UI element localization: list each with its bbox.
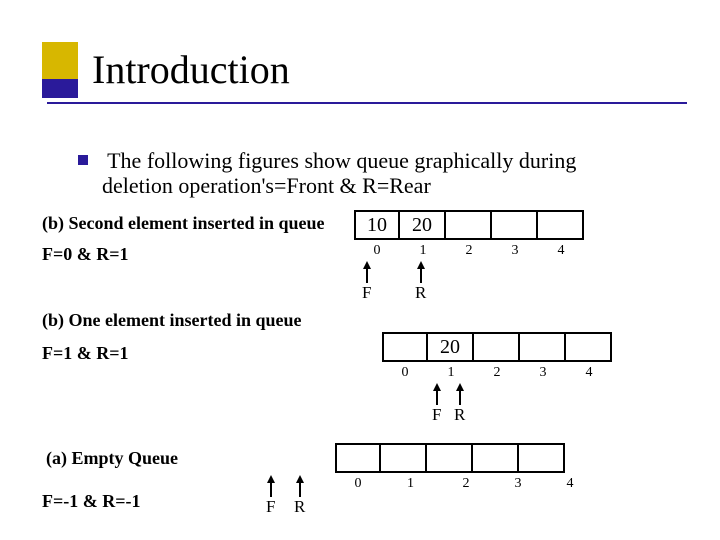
queue-2-cell-2 — [474, 332, 520, 362]
queue-1-cell-1: 20 — [400, 210, 446, 240]
ptr-label: R — [294, 497, 305, 517]
caption-2: (b) One element inserted in queue — [42, 310, 301, 331]
ptr-label: F — [432, 405, 441, 425]
ptr-3-R: R — [294, 475, 305, 517]
ptr-2-R: R — [454, 383, 465, 425]
ptr-1-R: R — [415, 261, 426, 303]
queue-1-indices: 0 1 2 3 4 — [354, 243, 584, 259]
bullet-icon — [78, 155, 88, 165]
idx: 4 — [566, 365, 612, 381]
ptr-label: F — [266, 497, 275, 517]
caption-3: (a) Empty Queue — [46, 448, 178, 469]
arrow-line — [270, 483, 272, 497]
idx: 4 — [538, 243, 584, 259]
accent-blue — [42, 79, 78, 98]
title-underline — [47, 102, 687, 104]
arrow-up-icon — [267, 475, 275, 483]
idx: 0 — [354, 243, 400, 259]
idx: 2 — [440, 476, 492, 492]
idx: 3 — [492, 243, 538, 259]
arrow-up-icon — [296, 475, 304, 483]
arrow-line — [366, 269, 368, 283]
bullet-text-cont: deletion operation's=Front & R=Rear — [102, 173, 431, 198]
queue-2-cell-1: 20 — [428, 332, 474, 362]
idx: 3 — [520, 365, 566, 381]
queue-3-cell-1 — [381, 443, 427, 473]
page-title: Introduction — [92, 46, 290, 93]
idx: 0 — [335, 476, 381, 492]
queue-2-cell-3 — [520, 332, 566, 362]
idx: 0 — [382, 365, 428, 381]
arrow-up-icon — [456, 383, 464, 391]
arrow-line — [420, 269, 422, 283]
bullet-item: The following figures show queue graphic… — [78, 148, 678, 199]
queue-1: 10 20 — [354, 210, 584, 240]
idx: 2 — [446, 243, 492, 259]
fr-label-1: F=0 & R=1 — [42, 244, 129, 265]
queue-1-cell-2 — [446, 210, 492, 240]
queue-2: 20 — [382, 332, 612, 362]
queue-1-cell-0: 10 — [354, 210, 400, 240]
ptr-1-F: F — [362, 261, 371, 303]
queue-3-cell-2 — [427, 443, 473, 473]
idx: 1 — [381, 476, 440, 492]
queue-3-indices: 0 1 2 3 4 — [335, 476, 596, 492]
ptr-label: R — [415, 283, 426, 303]
arrow-line — [299, 483, 301, 497]
ptr-label: R — [454, 405, 465, 425]
queue-1-cell-4 — [538, 210, 584, 240]
fr-label-2: F=1 & R=1 — [42, 343, 129, 364]
arrow-up-icon — [433, 383, 441, 391]
idx: 1 — [428, 365, 474, 381]
caption-1: (b) Second element inserted in queue — [42, 213, 325, 234]
idx: 2 — [474, 365, 520, 381]
queue-2-indices: 0 1 2 3 4 — [382, 365, 612, 381]
queue-2-cell-4 — [566, 332, 612, 362]
arrow-up-icon — [417, 261, 425, 269]
bullet-text: The following figures show queue graphic… — [107, 148, 576, 173]
queue-3 — [335, 443, 565, 473]
queue-3-cell-0 — [335, 443, 381, 473]
arrow-line — [436, 391, 438, 405]
queue-3-cell-3 — [473, 443, 519, 473]
queue-2-cell-0 — [382, 332, 428, 362]
idx: 4 — [544, 476, 596, 492]
title-accent — [42, 42, 78, 98]
queue-3-cell-4 — [519, 443, 565, 473]
idx: 1 — [400, 243, 446, 259]
idx: 3 — [492, 476, 544, 492]
arrow-line — [459, 391, 461, 405]
ptr-label: F — [362, 283, 371, 303]
ptr-3-F: F — [266, 475, 275, 517]
fr-label-3: F=-1 & R=-1 — [42, 491, 141, 512]
arrow-up-icon — [363, 261, 371, 269]
ptr-2-F: F — [432, 383, 441, 425]
accent-gold — [42, 42, 78, 79]
queue-1-cell-3 — [492, 210, 538, 240]
